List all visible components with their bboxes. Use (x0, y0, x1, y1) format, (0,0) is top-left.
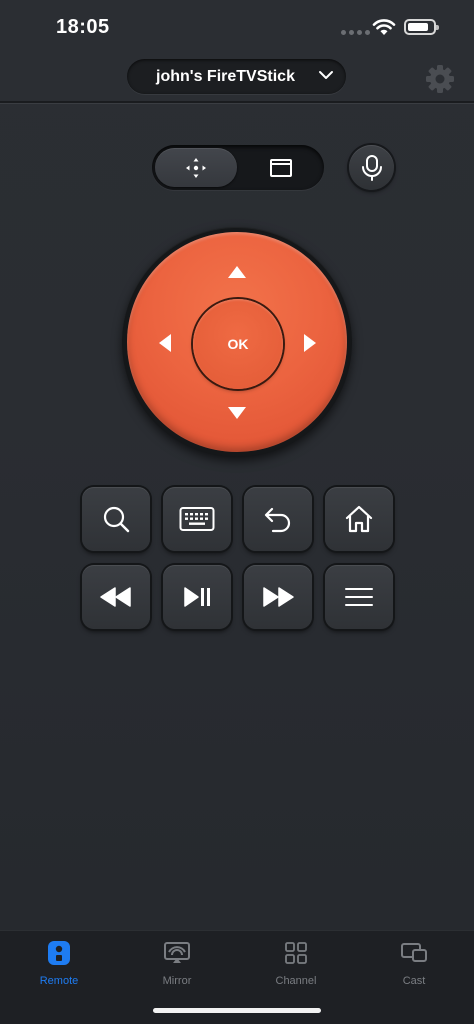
cast-icon (400, 939, 428, 967)
dpad-ring: OK (122, 227, 352, 457)
arrow-right-icon (304, 334, 316, 352)
tab-label: Channel (275, 975, 317, 987)
menu-icon (345, 588, 373, 606)
rewind-icon (100, 587, 131, 607)
microphone-icon (361, 154, 382, 181)
ok-button[interactable]: OK (193, 299, 283, 389)
dpad-mode-button[interactable] (155, 148, 237, 187)
dpad-left-button[interactable] (150, 328, 180, 358)
tab-cast[interactable]: Cast (369, 939, 459, 995)
tab-remote[interactable]: Remote (14, 939, 104, 995)
home-indicator (153, 1008, 321, 1013)
arrow-up-icon (228, 266, 246, 278)
touchpad-mode-button[interactable] (240, 148, 321, 187)
dpad-up-button[interactable] (222, 257, 252, 287)
device-selector[interactable]: john's FireTVStick (127, 59, 346, 94)
arrow-left-icon (159, 334, 171, 352)
tab-label: Cast (402, 975, 426, 987)
dpad-down-button[interactable] (222, 398, 252, 428)
header: john's FireTVStick (0, 56, 474, 103)
status-time: 18:05 (56, 16, 110, 38)
menu-button[interactable] (325, 565, 393, 629)
fast-forward-button[interactable] (244, 565, 312, 629)
home-button[interactable] (325, 487, 393, 551)
play-pause-icon (184, 587, 210, 607)
search-icon (103, 506, 130, 533)
remote-icon (45, 939, 73, 967)
wifi-icon (372, 19, 396, 35)
status-bar: 18:05 (0, 0, 474, 56)
dpad: OK (127, 232, 347, 452)
rewind-button[interactable] (82, 565, 150, 629)
mode-toggle (152, 145, 324, 190)
play-pause-button[interactable] (163, 565, 231, 629)
microphone-button[interactable] (349, 145, 394, 190)
grid-icon (282, 939, 310, 967)
chevron-down-icon (319, 71, 333, 79)
dpad-mode-icon (186, 157, 206, 178)
tab-mirror[interactable]: Mirror (132, 939, 222, 995)
home-icon (345, 505, 373, 533)
arrow-down-icon (228, 407, 246, 419)
back-arrow-icon (264, 507, 291, 533)
gear-icon[interactable] (424, 63, 456, 95)
ok-label: OK (227, 336, 249, 352)
cellular-signal-icon (341, 30, 370, 35)
mirror-icon (163, 939, 191, 967)
dpad-right-button[interactable] (295, 328, 325, 358)
device-name: john's FireTVStick (156, 67, 295, 85)
keyboard-icon (179, 507, 215, 531)
tab-channel[interactable]: Channel (251, 939, 341, 995)
search-button[interactable] (82, 487, 150, 551)
tab-label: Remote (39, 975, 79, 987)
back-button[interactable] (244, 487, 312, 551)
touchpad-icon (269, 158, 292, 177)
keyboard-button[interactable] (163, 487, 231, 551)
fast-forward-icon (263, 587, 294, 607)
tab-label: Mirror (162, 975, 192, 987)
battery-icon (404, 19, 439, 35)
